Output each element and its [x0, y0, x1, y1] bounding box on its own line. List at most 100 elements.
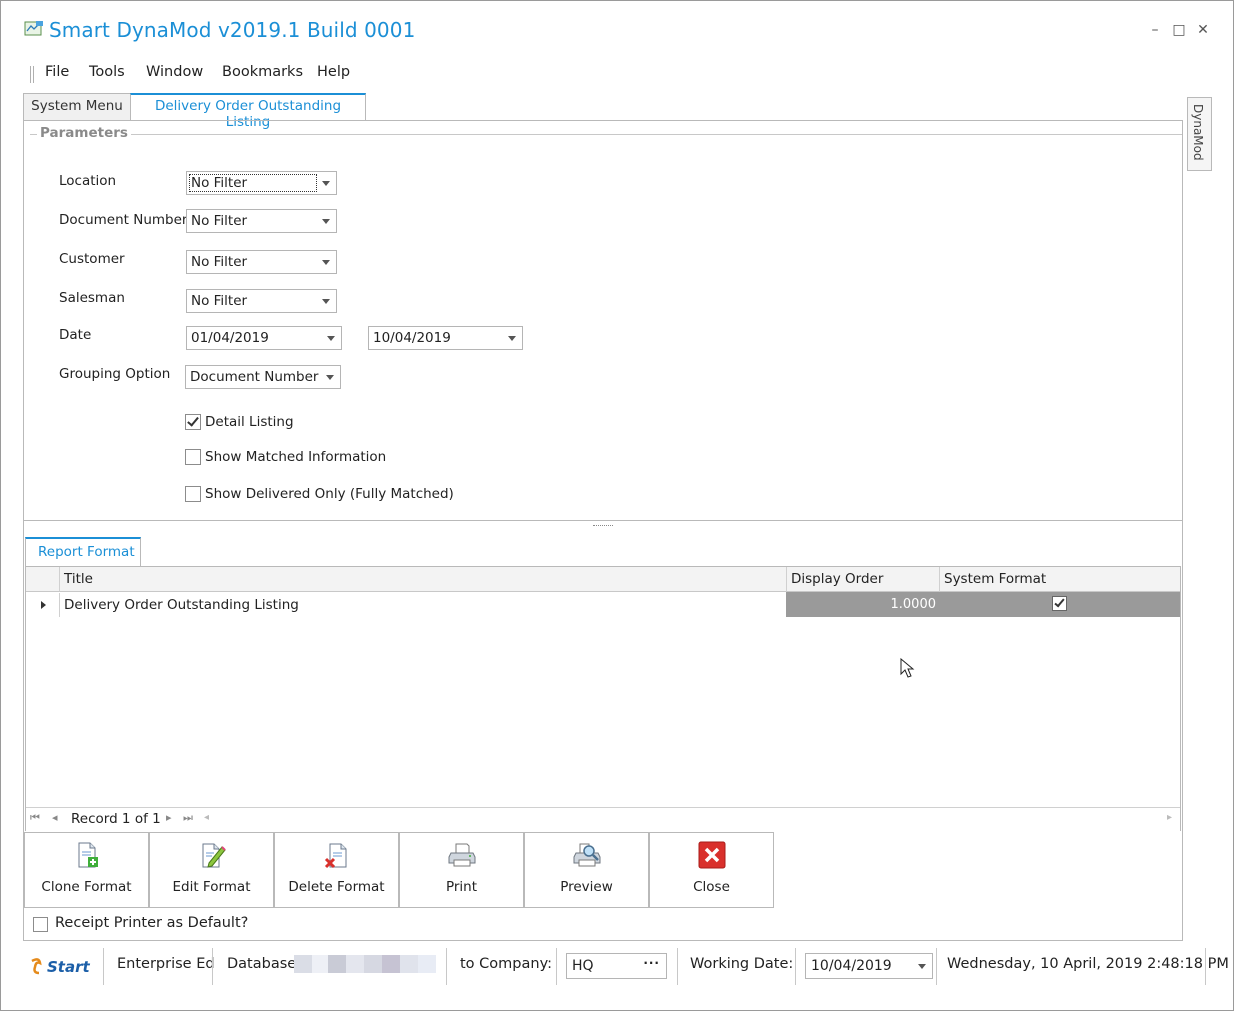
tab-delivery-order-outstanding-listing[interactable]: Delivery Order Outstanding Listing	[130, 93, 366, 130]
edit-format-label: Edit Format	[172, 879, 251, 895]
menu-help[interactable]: Help	[315, 64, 352, 80]
column-header-display-order[interactable]: Display Order	[787, 567, 940, 592]
detail-listing-label[interactable]: Detail Listing	[205, 414, 294, 430]
status-separator	[677, 948, 678, 985]
grouping-option-value: Document Number	[190, 369, 319, 385]
close-button[interactable]: Close	[649, 832, 774, 908]
document-number-label: Document Number	[59, 212, 188, 228]
menu-file[interactable]: File	[43, 64, 71, 80]
show-matched-information-checkbox[interactable]	[185, 449, 201, 465]
customer-label: Customer	[59, 251, 125, 267]
panel-splitter[interactable]	[593, 525, 613, 528]
show-matched-information-label[interactable]: Show Matched Information	[205, 449, 386, 465]
app-icon	[24, 21, 43, 36]
salesman-combo[interactable]: No Filter	[186, 289, 337, 313]
start-logo: Start	[31, 958, 90, 976]
receipt-printer-checkbox[interactable]	[33, 917, 48, 932]
column-header-system-format[interactable]: System Format	[940, 567, 1180, 592]
edition-text: Enterprise Ed	[117, 956, 215, 972]
next-record-button[interactable]: ▸	[166, 811, 172, 824]
chevron-down-icon	[322, 299, 330, 304]
show-delivered-only-label[interactable]: Show Delivered Only (Fully Matched)	[205, 486, 454, 502]
printer-icon	[448, 843, 476, 867]
working-date-label: Working Date:	[690, 956, 794, 972]
show-delivered-only-checkbox[interactable]	[185, 486, 201, 502]
tab-report-format[interactable]: Report Format	[25, 537, 141, 567]
date-from-value: 01/04/2019	[191, 330, 269, 346]
status-separator	[1205, 948, 1206, 985]
delete-format-button[interactable]: Delete Format	[274, 832, 399, 908]
location-label: Location	[59, 173, 117, 189]
scroll-right-icon[interactable]: ▸	[1167, 812, 1172, 823]
chevron-down-icon	[508, 336, 516, 341]
location-combo[interactable]: No Filter	[186, 171, 337, 195]
edit-format-icon	[202, 843, 226, 868]
clone-format-button[interactable]: Clone Format	[24, 832, 149, 908]
maximize-button[interactable]: □	[1171, 22, 1187, 38]
document-number-combo[interactable]: No Filter	[186, 209, 337, 233]
database-name-redacted	[294, 955, 436, 973]
system-format-checkbox[interactable]	[1052, 596, 1067, 611]
chevron-down-icon	[322, 181, 330, 186]
grid-cell-display-order[interactable]: 1.0000	[786, 597, 937, 612]
column-header-title[interactable]: Title	[60, 567, 787, 592]
menubar-grip[interactable]	[30, 66, 34, 83]
chevron-down-icon	[326, 375, 334, 380]
receipt-printer-label[interactable]: Receipt Printer as Default?	[55, 915, 248, 931]
menu-tools[interactable]: Tools	[87, 64, 127, 80]
grid-cell-title[interactable]: Delivery Order Outstanding Listing	[60, 593, 786, 617]
working-date-combo[interactable]: 10/04/2019	[805, 953, 933, 979]
customer-combo[interactable]: No Filter	[186, 250, 337, 274]
delete-format-label: Delete Format	[288, 879, 385, 895]
date-to-value: 10/04/2019	[373, 330, 451, 346]
record-count: Record 1 of 1	[71, 811, 161, 827]
side-tab-dynamod[interactable]: DynaMod	[1187, 97, 1212, 171]
print-label: Print	[445, 879, 478, 895]
window-close-button[interactable]: ✕	[1195, 22, 1211, 38]
row-header-column	[26, 567, 60, 592]
salesman-value: No Filter	[191, 293, 248, 309]
preview-label: Preview	[560, 879, 613, 895]
chevron-down-icon	[327, 336, 335, 341]
edit-format-button[interactable]: Edit Format	[149, 832, 274, 908]
company-field[interactable]: HQ ···	[566, 953, 667, 979]
row-indicator-icon	[41, 601, 46, 609]
scroll-left-icon[interactable]: ◂	[204, 812, 209, 823]
window-title: Smart DynaMod v2019.1 Build 0001	[49, 18, 416, 42]
horizontal-scrollbar[interactable]: ◂ ▸	[200, 812, 1180, 828]
clone-format-icon	[78, 842, 98, 868]
status-separator	[446, 948, 447, 985]
date-label: Date	[59, 327, 92, 343]
checkmark-icon	[187, 414, 199, 427]
last-record-button[interactable]: ⏭	[183, 811, 193, 825]
document-number-value: No Filter	[191, 213, 248, 229]
first-record-button[interactable]: ⏮	[30, 811, 40, 825]
close-x-icon	[698, 841, 726, 869]
menu-window[interactable]: Window	[144, 64, 205, 80]
clone-format-label: Clone Format	[41, 879, 132, 895]
menu-bookmarks[interactable]: Bookmarks	[220, 64, 305, 80]
previous-record-button[interactable]: ◂	[52, 811, 58, 824]
grouping-option-combo[interactable]: Document Number	[185, 365, 341, 389]
date-to-combo[interactable]: 10/04/2019	[368, 326, 523, 350]
print-button[interactable]: Print	[399, 832, 524, 908]
tab-system-menu[interactable]: System Menu	[23, 93, 131, 120]
checkmark-icon	[1054, 596, 1065, 608]
date-from-combo[interactable]: 01/04/2019	[186, 326, 342, 350]
preview-button[interactable]: Preview	[524, 832, 649, 908]
detail-listing-checkbox[interactable]	[185, 414, 201, 430]
customer-value: No Filter	[191, 254, 248, 270]
salesman-label: Salesman	[59, 290, 125, 306]
ellipsis-icon[interactable]: ···	[643, 956, 660, 970]
minimize-button[interactable]: –	[1147, 22, 1163, 38]
to-company-label: to Company:	[460, 956, 552, 972]
database-label: Database:	[227, 956, 302, 972]
start-logo-text: Start	[47, 958, 90, 976]
chevron-down-icon	[918, 964, 926, 969]
parameters-title: Parameters	[37, 125, 131, 141]
status-separator	[556, 948, 557, 985]
side-tab-label: DynaMod	[1191, 104, 1205, 161]
parameters-group-line	[30, 134, 1182, 135]
status-separator	[103, 948, 104, 985]
status-separator	[212, 948, 213, 985]
